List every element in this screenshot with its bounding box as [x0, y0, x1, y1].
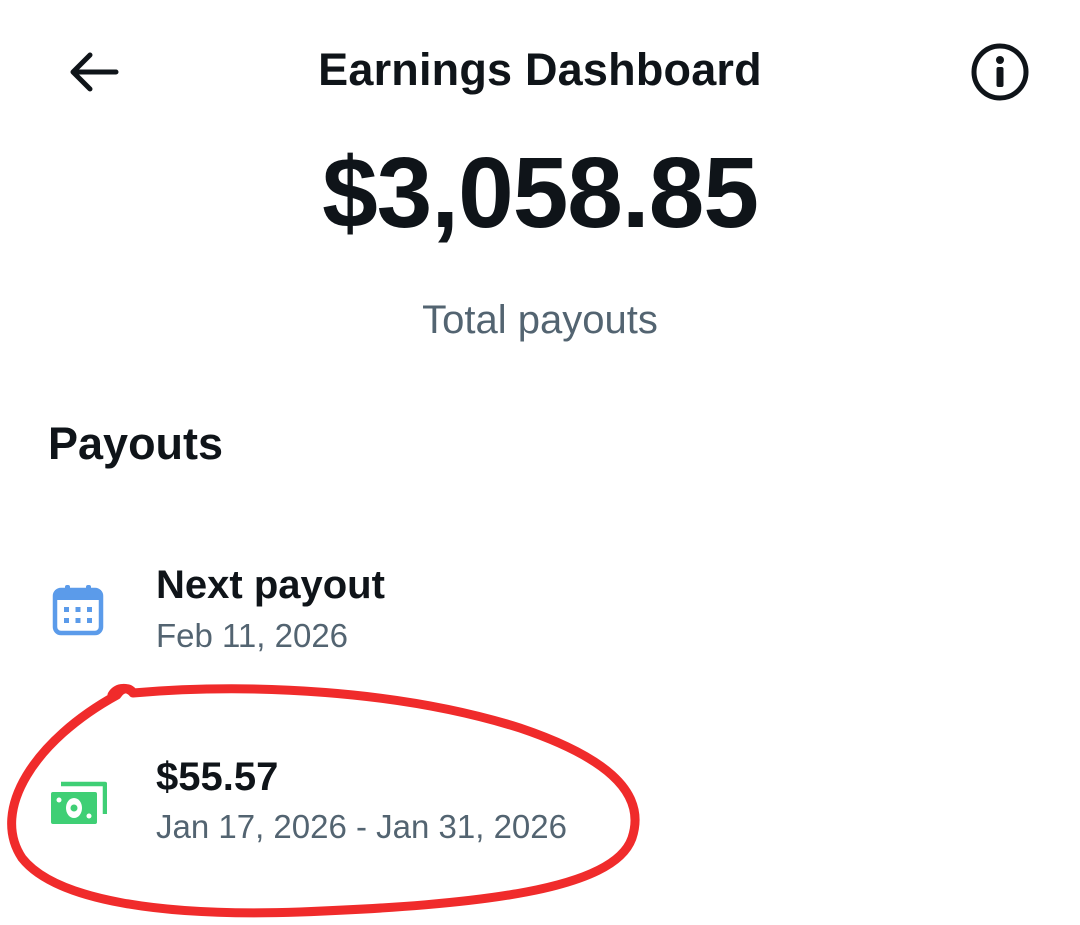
top-bar: Earnings Dashboard: [0, 0, 1080, 140]
money-icon: [48, 774, 108, 834]
next-payout-date: Feb 11, 2026: [156, 617, 349, 654]
page-title: Earnings Dashboard: [318, 44, 762, 95]
payouts-section-title: Payouts: [48, 418, 224, 469]
payout-row[interactable]: $55.57 Jan 17, 2026 - Jan 31, 2026: [40, 738, 1040, 858]
info-button[interactable]: [962, 36, 1038, 108]
info-icon: [971, 43, 1029, 101]
next-payout-row[interactable]: Next payout Feb 11, 2026: [40, 548, 1040, 668]
next-payout-title: Next payout: [156, 563, 385, 607]
total-payouts-label: Total payouts: [422, 298, 658, 342]
payout-amount: $55.57: [156, 755, 279, 799]
calendar-icon: [48, 580, 108, 640]
total-payouts-amount: $3,058.85: [322, 137, 759, 249]
payout-period: Jan 17, 2026 - Jan 31, 2026: [156, 808, 567, 845]
